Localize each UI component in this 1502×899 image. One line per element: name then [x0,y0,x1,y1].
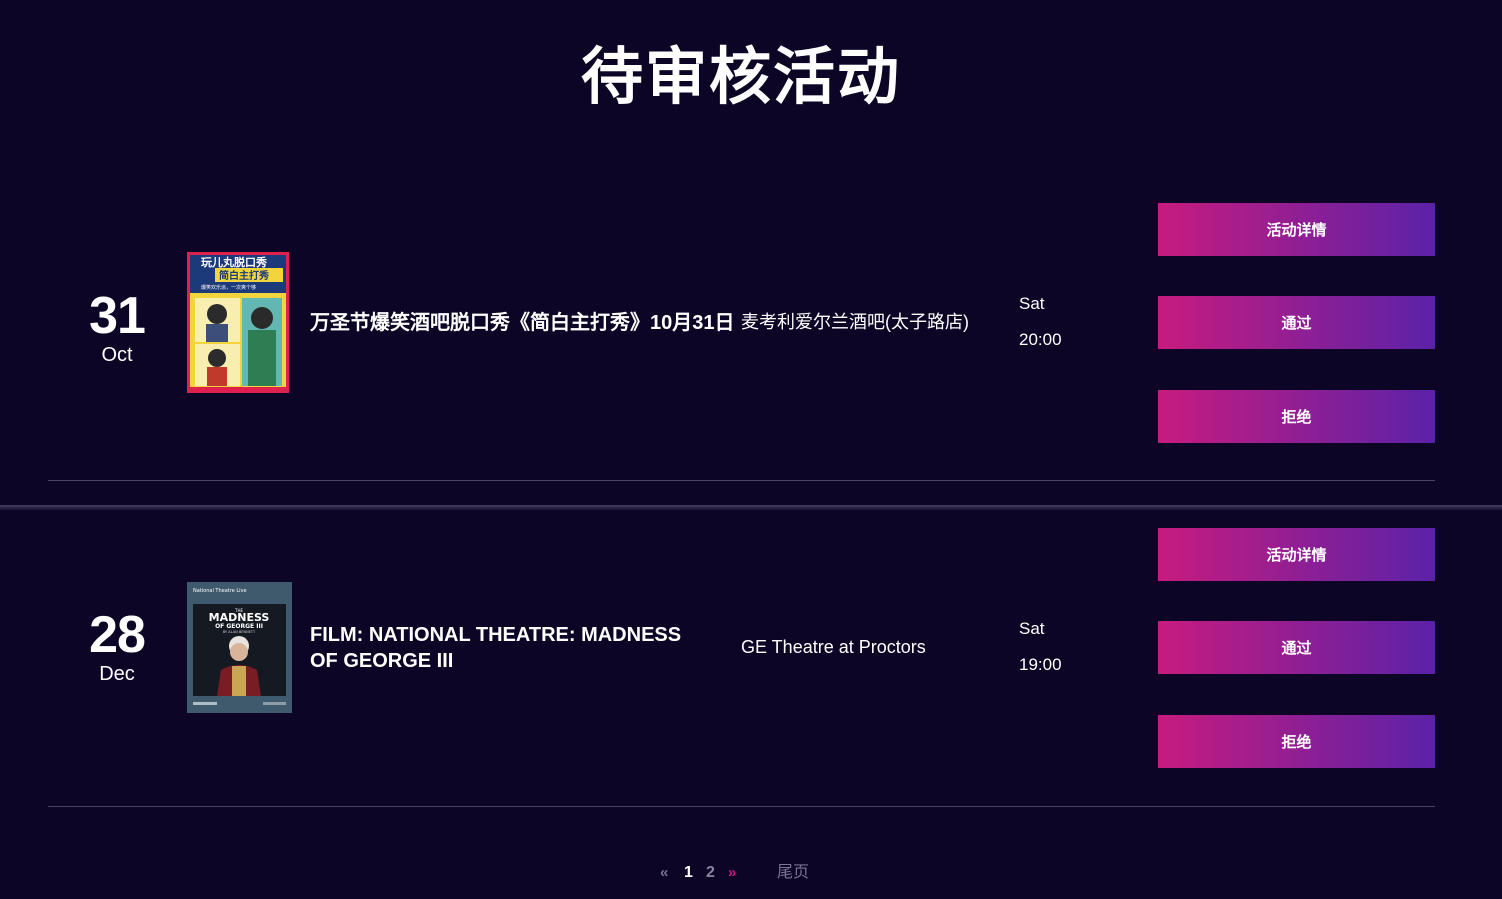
pagination-page-1[interactable]: 1 [684,860,693,886]
event-venue: 麦考利爱尔兰酒吧(太子路店) [741,312,969,332]
poster-subhead: 简白主打秀 [219,269,269,282]
poster-headline: 玩儿丸脱口秀 [201,255,267,269]
poster-tagline: 爆笑欢乐派，一次爽个够 [201,284,256,291]
reject-button[interactable]: 拒绝 [1158,390,1435,443]
poster-subhead: OF GEORGE III [215,623,263,630]
event-time: 20:00 [1019,330,1062,349]
event-month: Dec [99,663,135,685]
event-details-button[interactable]: 活动详情 [1158,528,1435,581]
page: 待审核活动 31 Oct 玩儿丸脱口秀 简白主打秀 爆笑欢乐派，一次爽个够 万圣… [0,0,1502,899]
pagination-next-icon[interactable]: » [728,860,736,886]
event-date: 31 Oct [62,288,172,366]
event-time: 19:00 [1019,655,1062,674]
event-venue: GE Theatre at Proctors [741,637,926,657]
page-title: 待审核活动 [580,43,901,112]
pagination-prev-icon[interactable]: « [660,860,668,886]
pagination-last-page[interactable]: 尾页 [777,860,809,886]
event-row: 28 Dec National Theatre Live THE MADNESS… [0,515,1502,807]
row-divider [48,806,1435,807]
pagination-page-2[interactable]: 2 [706,860,715,886]
poster-byline: BY ALAN BENNETT [223,630,256,634]
approve-button[interactable]: 通过 [1158,296,1435,349]
event-weekday: Sat [1019,619,1045,638]
event-title[interactable]: FILM: NATIONAL THEATRE: MADNESS OF GEORG… [310,622,710,674]
approve-button[interactable]: 通过 [1158,621,1435,674]
event-day: 28 [89,606,146,664]
reject-button[interactable]: 拒绝 [1158,715,1435,768]
event-details-button[interactable]: 活动详情 [1158,203,1435,256]
row-divider [48,480,1435,481]
poster-brand: National Theatre Live [193,588,247,594]
event-row: 31 Oct 玩儿丸脱口秀 简白主打秀 爆笑欢乐派，一次爽个够 万圣节爆笑酒吧脱… [0,190,1502,481]
event-poster-image[interactable]: National Theatre Live THE MADNESS OF GEO… [187,582,292,713]
event-datetime: Sat 19:00 [1019,611,1062,683]
event-day: 31 [89,287,146,345]
event-month: Oct [101,344,133,366]
event-title[interactable]: 万圣节爆笑酒吧脱口秀《简白主打秀》10月31日 [310,310,740,336]
event-date: 28 Dec [62,607,172,685]
event-datetime: Sat 20:00 [1019,286,1062,358]
event-poster-image[interactable]: 玩儿丸脱口秀 简白主打秀 爆笑欢乐派，一次爽个够 [187,252,289,393]
section-divider [0,505,1502,511]
event-weekday: Sat [1019,294,1045,313]
